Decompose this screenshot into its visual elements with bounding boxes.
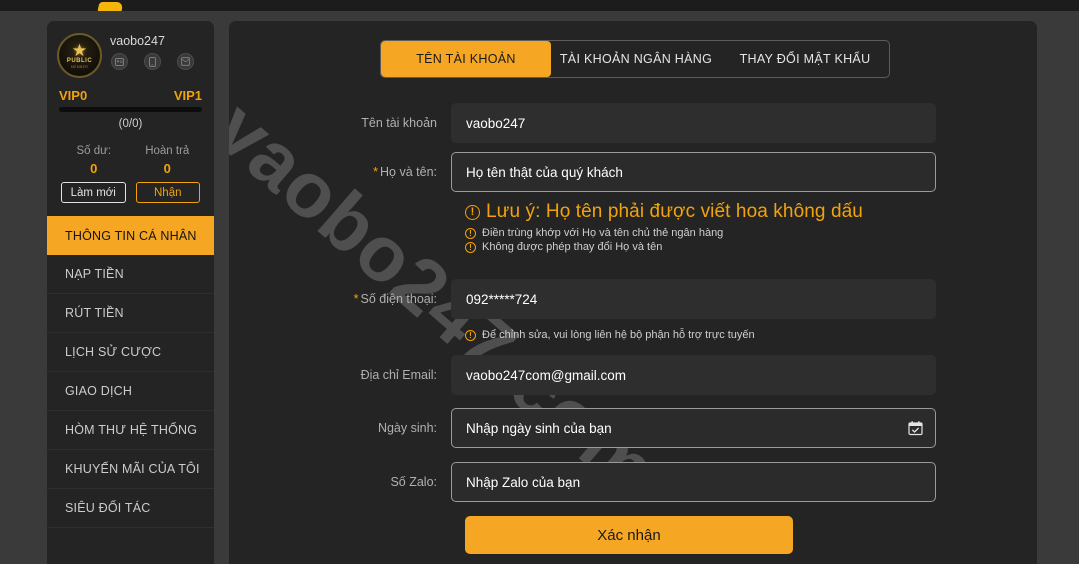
phone-input-value: 092*****724	[466, 291, 538, 307]
birthday-input-placeholder: Nhập ngày sinh của bạn	[466, 420, 612, 436]
note-secondary-2: ! Không được phép thay đổi Họ và tên	[465, 241, 1025, 253]
balance-label: Số dư:	[76, 145, 112, 157]
tab-1[interactable]: TÀI KHOẢN NGÂN HÀNG	[551, 41, 721, 77]
note-phone-text: Để chỉnh sửa, vui lòng liên hệ bộ phận h…	[482, 329, 755, 341]
sidebar-item-2[interactable]: RÚT TIỀN	[47, 294, 214, 333]
profile-action-buttons: Làm mới Nhận	[57, 182, 204, 216]
note-secondary-1-text: Điền trùng khớp với Họ và tên chủ thẻ ng…	[482, 227, 724, 239]
note-secondary-2-text: Không được phép thay đổi Họ và tên	[482, 241, 663, 253]
sidebar-item-4[interactable]: GIAO DỊCH	[47, 372, 214, 411]
sidebar-item-6[interactable]: KHUYẾN MÃI CỦA TÔI	[47, 450, 214, 489]
avatar-star-icon: ★	[71, 40, 88, 60]
fullname-notes: ! Lưu ý: Họ tên phải được viết hoa không…	[465, 201, 1025, 253]
avatar[interactable]: ★ PUBLIC MEMBER	[57, 33, 102, 78]
avatar-rank-label: PUBLIC	[66, 57, 93, 64]
balance-value: 0	[90, 161, 98, 176]
username-input-value: vaobo247	[466, 115, 526, 131]
profile-header: ★ PUBLIC MEMBER vaobo247	[57, 33, 204, 78]
email-input-value: vaobo247com@gmail.com	[466, 367, 627, 383]
sidebar-menu: THÔNG TIN CÁ NHÂN NẠP TIỀN RÚT TIỀN LỊCH SỬ…	[47, 216, 214, 528]
fullname-input-placeholder: Họ tên thật của quý khách	[466, 164, 623, 180]
phone-badge[interactable]	[144, 53, 161, 70]
phone-input: 092*****724	[451, 279, 936, 319]
balance-stats-row: Số dư: 0 Hoàn trả 0	[57, 144, 204, 178]
required-marker: *	[373, 165, 379, 179]
site-logo-icon[interactable]	[96, 2, 124, 11]
email-field-label: Địa chỉ Email:	[360, 368, 437, 382]
sidebar-item-7[interactable]: SIÊU ĐỐI TÁC	[47, 489, 214, 528]
page-body: ★ PUBLIC MEMBER vaobo247 VIP0 VIP1 (0/0)…	[0, 11, 1079, 564]
id-card-icon	[115, 57, 124, 66]
vip-progress-bar	[59, 107, 202, 112]
tab-0[interactable]: TÊN TÀI KHOẢN	[381, 41, 551, 77]
tab-2[interactable]: THAY ĐỔI MẬT KHẨU	[721, 41, 889, 77]
username-input: vaobo247	[451, 103, 936, 143]
balance-stat: Số dư: 0	[57, 144, 131, 178]
field-email: Địa chỉ Email: vaobo247com@gmail.com	[229, 355, 1037, 395]
username-field-label: Tên tài khoản	[361, 116, 437, 130]
field-phone: * Số điện thoại: 092*****724	[229, 279, 1037, 319]
required-marker: *	[353, 292, 359, 306]
phone-notes: ! Để chỉnh sửa, vui lòng liên hệ bộ phận…	[465, 329, 1025, 341]
main-panel: vaobo247.com TÊN TÀI KHOẢN TÀI KHOẢN NGÂN…	[229, 21, 1037, 564]
top-header-bar	[0, 0, 1079, 11]
submit-button[interactable]: Xác nhận	[465, 516, 793, 554]
field-fullname: * Họ và tên: Họ tên thật của quý khách	[229, 152, 1037, 192]
rebate-value: 0	[163, 161, 171, 176]
vip-next-label: VIP1	[173, 88, 202, 103]
rebate-stat: Hoàn trả 0	[131, 144, 205, 178]
phone-field-label: * Số điện thoại:	[229, 292, 451, 306]
warning-circle-icon: !	[465, 227, 476, 239]
email-input: vaobo247com@gmail.com	[451, 355, 936, 395]
note-phone: ! Để chỉnh sửa, vui lòng liên hệ bộ phận…	[465, 329, 1025, 341]
refresh-button[interactable]: Làm mới	[61, 182, 126, 203]
zalo-input[interactable]: Nhập Zalo của bạn	[451, 462, 936, 502]
birthday-field-label: Ngày sinh:	[377, 421, 437, 435]
note-primary-text: Lưu ý: Họ tên phải được viết hoa không d…	[486, 201, 863, 222]
field-zalo: Số Zalo: Nhập Zalo của bạn	[229, 462, 1037, 502]
email-icon	[181, 57, 190, 66]
profile-card: ★ PUBLIC MEMBER vaobo247 VIP0 VIP1 (0/0)…	[47, 21, 214, 216]
zalo-input-placeholder: Nhập Zalo của bạn	[466, 474, 581, 490]
claim-button[interactable]: Nhận	[135, 182, 200, 203]
phone-label-text: Số điện thoại:	[360, 292, 437, 306]
profile-form: Tên tài khoản vaobo247 * Họ và tên: Họ tê…	[229, 103, 1037, 554]
sidebar-item-1[interactable]: NẠP TIỀN	[47, 255, 214, 294]
calendar-icon[interactable]	[908, 421, 923, 436]
sidebar-item-3[interactable]: LỊCH SỬ CƯỢC	[47, 333, 214, 372]
vip-progress-text: (0/0)	[118, 118, 143, 130]
email-badge[interactable]	[177, 53, 194, 70]
field-birthday: Ngày sinh: Nhập ngày sinh của bạn	[229, 408, 1037, 448]
warning-circle-icon: !	[465, 241, 476, 253]
username-label: vaobo247	[110, 34, 165, 48]
sidebar-item-0[interactable]: THÔNG TIN CÁ NHÂN	[47, 216, 214, 255]
tab-bar: TÊN TÀI KHOẢN TÀI KHOẢN NGÂN HÀNG THAY ĐỔI…	[380, 40, 890, 78]
warning-circle-icon: !	[465, 329, 476, 341]
vip-current-label: VIP0	[59, 88, 88, 103]
note-primary: ! Lưu ý: Họ tên phải được viết hoa không…	[465, 201, 1025, 223]
fullname-field-label: * Họ và tên:	[229, 165, 451, 179]
verification-badge-row	[110, 53, 204, 70]
zalo-field-label: Số Zalo:	[390, 475, 437, 489]
sidebar: ★ PUBLIC MEMBER vaobo247 VIP0 VIP1 (0/0)…	[47, 21, 214, 564]
rebate-label: Hoàn trả	[145, 145, 190, 157]
vip-range-row: VIP0 VIP1	[57, 88, 204, 103]
profile-info: vaobo247	[110, 33, 204, 70]
fullname-input[interactable]: Họ tên thật của quý khách	[451, 152, 936, 192]
warning-circle-icon: !	[465, 204, 480, 220]
birthday-input[interactable]: Nhập ngày sinh của bạn	[451, 408, 936, 448]
sidebar-item-5[interactable]: HÒM THƯ HỆ THỐNG	[47, 411, 214, 450]
fullname-label-text: Họ và tên:	[380, 165, 437, 179]
phone-icon	[149, 56, 156, 67]
field-username: Tên tài khoản vaobo247	[229, 103, 1037, 143]
avatar-rank-sublabel: MEMBER	[70, 64, 89, 69]
note-secondary-1: ! Điền trùng khớp với Họ và tên chủ thẻ …	[465, 227, 1025, 239]
id-card-badge[interactable]	[111, 53, 128, 70]
submit-row: Xác nhận	[465, 516, 1037, 554]
